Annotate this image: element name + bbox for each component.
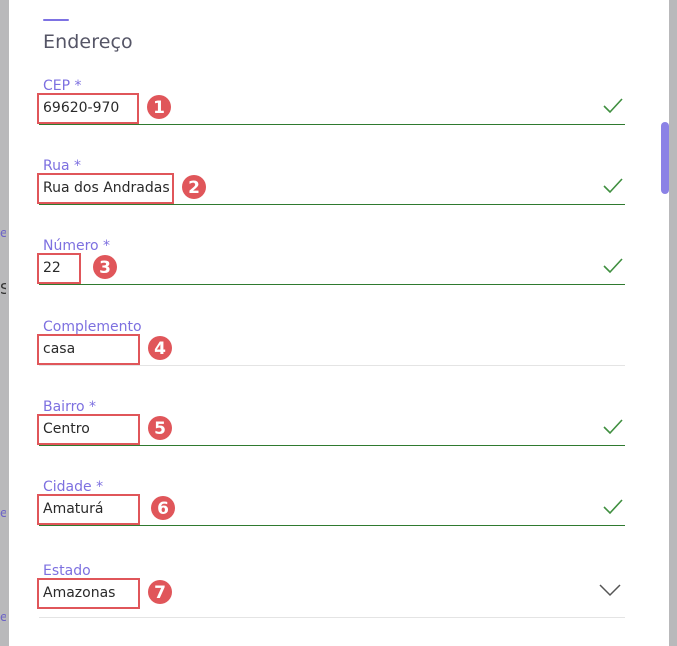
annotation-badge-7: 7 [148, 580, 172, 604]
district-field: Bairro * Centro 5 [37, 399, 627, 459]
check-icon [603, 258, 623, 274]
state-select[interactable]: Amazonas [37, 578, 140, 609]
annotation-badge-1: 1 [147, 95, 171, 119]
background-text-fragment: S [0, 280, 6, 298]
svg-text:3: 3 [99, 258, 111, 278]
cep-field: CEP * 69620-970 1 [37, 78, 627, 138]
svg-text:2: 2 [188, 178, 200, 198]
check-icon [603, 178, 623, 194]
district-input[interactable]: Centro [37, 414, 140, 445]
street-input[interactable]: Rua dos Andradas [37, 173, 174, 204]
state-label: Estado [43, 563, 91, 579]
section-accent-bar [43, 19, 69, 21]
svg-text:6: 6 [157, 499, 169, 519]
background-link-fragment: e [0, 610, 6, 624]
state-field: Estado Amazonas 7 [37, 563, 627, 623]
scrollbar-thumb[interactable] [661, 122, 669, 194]
annotation-badge-2: 2 [182, 175, 206, 199]
cep-input[interactable]: 69620-970 [37, 93, 139, 124]
number-input[interactable]: 22 [37, 253, 81, 284]
check-icon [603, 98, 623, 114]
city-underline [39, 525, 625, 526]
annotation-badge-3: 3 [93, 255, 117, 279]
district-underline [39, 445, 625, 446]
street-field: Rua * Rua dos Andradas 2 [37, 158, 627, 218]
annotation-badge-6: 6 [151, 496, 175, 520]
complement-input[interactable]: casa [37, 334, 140, 365]
background-link-fragment: e [0, 226, 6, 240]
svg-text:7: 7 [154, 583, 166, 603]
street-underline [39, 204, 625, 205]
check-icon [603, 499, 623, 515]
svg-text:5: 5 [154, 419, 166, 439]
background-link-fragment: e [0, 506, 6, 520]
cep-label: CEP * [43, 78, 82, 94]
complement-underline [39, 365, 625, 366]
scrollbar-track[interactable] [659, 0, 669, 646]
state-underline [39, 617, 625, 618]
section-title: Endereço [43, 31, 133, 53]
number-label: Número * [43, 238, 111, 254]
complement-label: Complemento [43, 319, 142, 335]
cep-underline [39, 124, 625, 125]
district-label: Bairro * [43, 399, 97, 415]
street-label: Rua * [43, 158, 82, 174]
number-underline [39, 284, 625, 285]
svg-text:4: 4 [154, 339, 166, 359]
city-input[interactable]: Amaturá [37, 494, 140, 525]
complement-field: Complemento casa 4 [37, 319, 627, 379]
chevron-down-icon[interactable] [599, 583, 621, 597]
city-label: Cidade * [43, 479, 104, 495]
check-icon [603, 419, 623, 435]
svg-text:1: 1 [153, 98, 165, 118]
number-field: Número * 22 3 [37, 238, 627, 298]
annotation-badge-5: 5 [148, 416, 172, 440]
city-field: Cidade * Amaturá 6 [37, 479, 627, 539]
annotation-badge-4: 4 [148, 336, 172, 360]
